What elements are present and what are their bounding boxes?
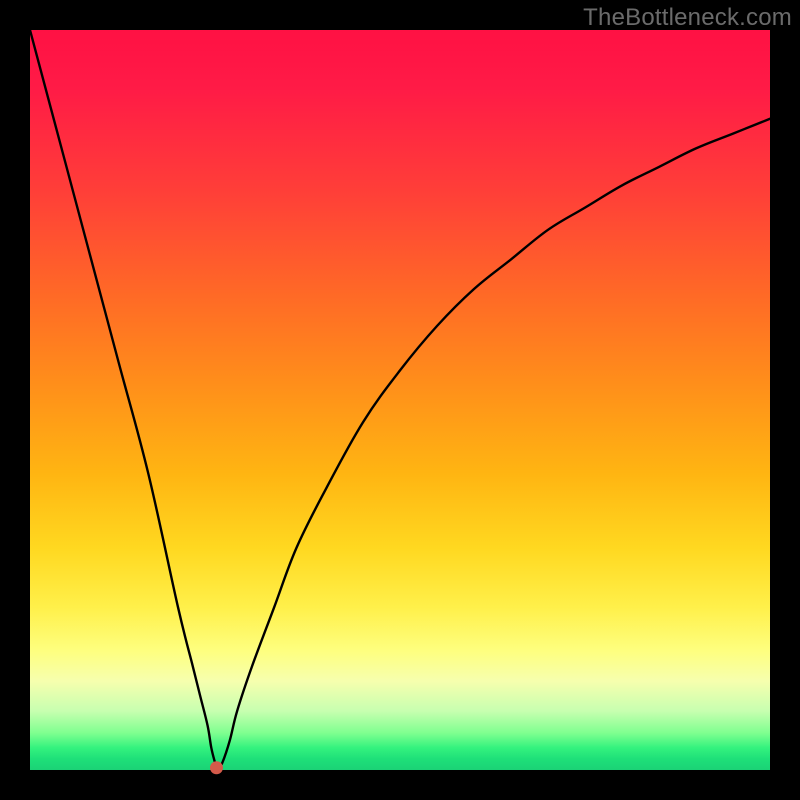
chart-frame: TheBottleneck.com — [0, 0, 800, 800]
bottleneck-curve — [30, 30, 770, 768]
minimum-marker — [210, 761, 223, 774]
plot-area — [30, 30, 770, 770]
watermark-text: TheBottleneck.com — [583, 4, 792, 32]
curve-svg — [30, 30, 770, 770]
